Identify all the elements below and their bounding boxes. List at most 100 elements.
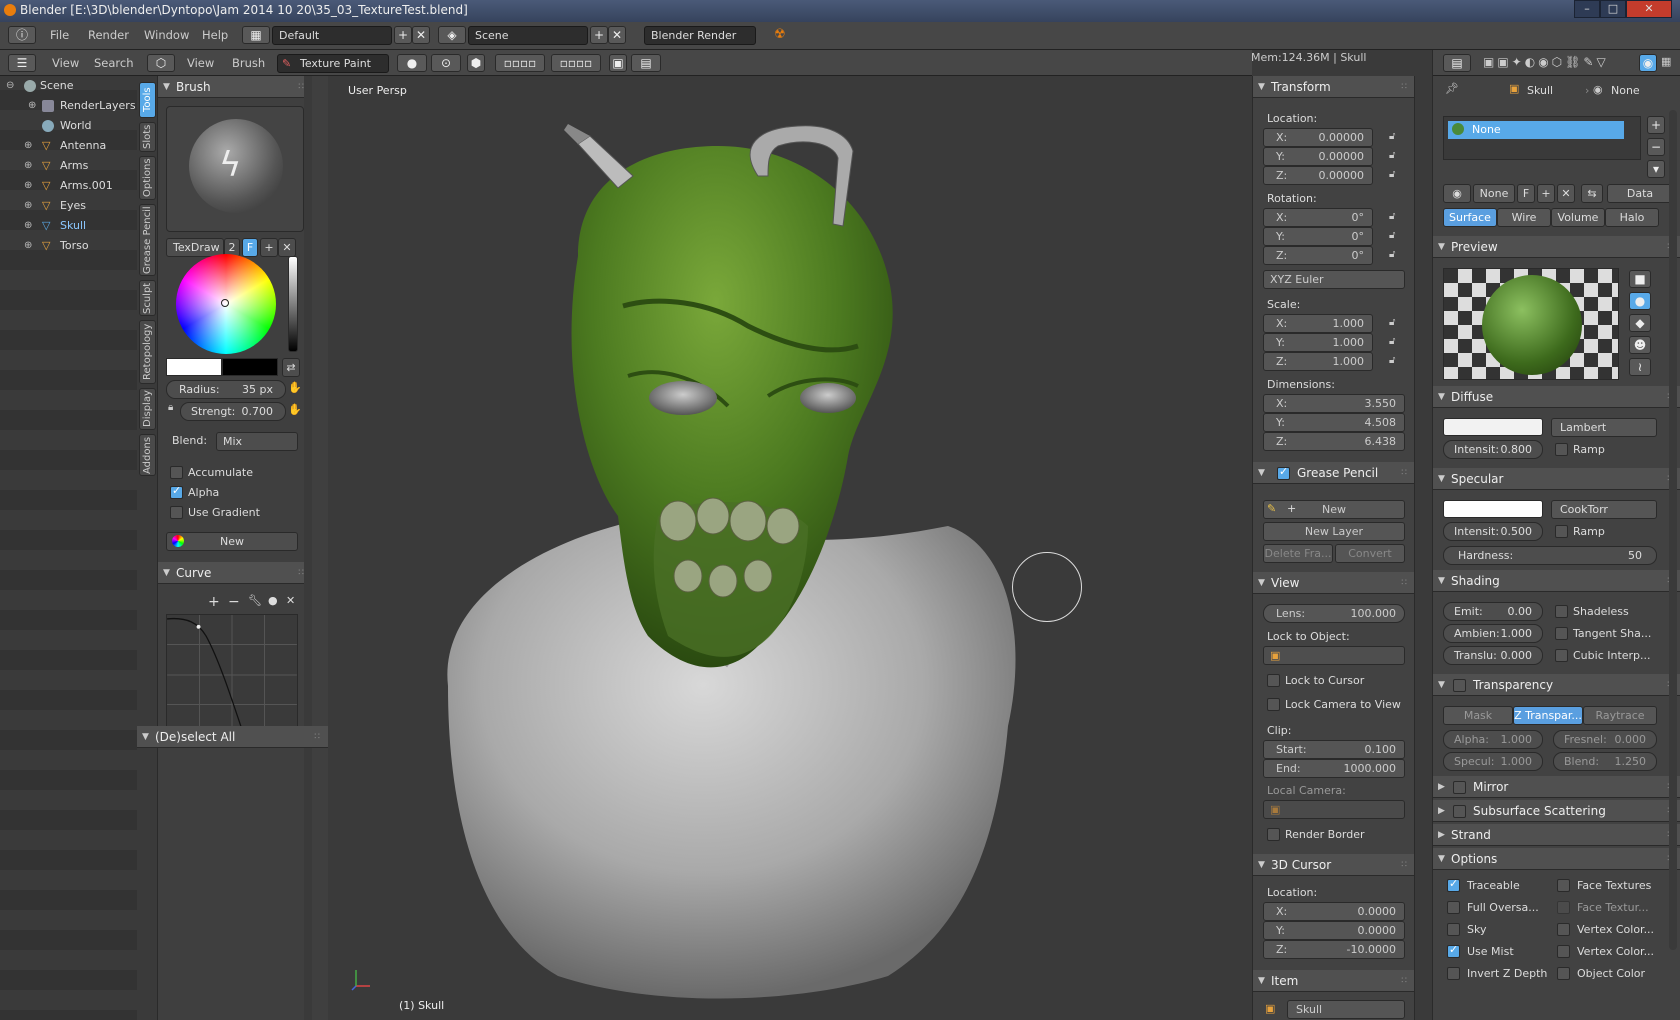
location-z-field[interactable]: Z: 0.00000 — [1263, 166, 1373, 185]
remove-slot-icon[interactable]: − — [1647, 138, 1665, 156]
hardness-field[interactable]: Hardness: 50 — [1443, 546, 1657, 565]
view-panel-header[interactable]: View ∷ — [1253, 572, 1415, 594]
screen-layout-icon[interactable]: ▦ — [242, 26, 270, 44]
remove-scene-icon[interactable]: ✕ — [608, 26, 626, 44]
new-material-icon[interactable]: + — [1537, 184, 1555, 203]
cursor-y-field[interactable]: Y: 0.0000 — [1263, 921, 1405, 940]
3d-viewport[interactable]: User Persp (1) Skull — [328, 76, 1252, 1020]
reset-curve-icon[interactable]: ✕ — [286, 594, 295, 607]
convert-button[interactable]: Convert — [1335, 544, 1405, 563]
lock-object-field[interactable]: ▣ — [1263, 646, 1405, 665]
wrench-icon[interactable]: 🔧︎ — [248, 594, 262, 607]
full-oversampling-checkbox[interactable] — [1447, 901, 1460, 914]
add-scene-icon[interactable]: + — [590, 26, 608, 44]
face-texture-alpha-checkbox[interactable] — [1557, 901, 1570, 914]
outliner-view-menu[interactable]: View — [52, 56, 79, 70]
menu-help[interactable]: Help — [202, 28, 228, 42]
expand-icon[interactable]: ⊕ — [24, 136, 32, 156]
add-brush-button[interactable]: + — [260, 238, 278, 257]
brush-panel-header[interactable]: Brush∷ — [158, 76, 312, 98]
mirror-panel-header[interactable]: Mirror∷ — [1433, 776, 1680, 798]
scale-y-field[interactable]: Y: 1.000 — [1263, 333, 1373, 352]
3d-cursor-panel-header[interactable]: 3D Cursor ∷ — [1253, 854, 1415, 876]
new-texture-button[interactable]: New — [166, 532, 298, 551]
mirror-checkbox[interactable] — [1453, 781, 1466, 794]
manipulator-icon[interactable]: ⬢ — [467, 54, 485, 72]
close-window-button[interactable]: ✕ — [1626, 0, 1672, 18]
scale-x-field[interactable]: X: 1.000 — [1263, 314, 1373, 333]
layers-row-1[interactable]: ▫▫▫▫ — [495, 54, 545, 72]
face-textures-checkbox[interactable] — [1557, 879, 1570, 892]
rotation-mode-select[interactable]: XYZ Euler — [1263, 270, 1405, 289]
grip-icon[interactable]: ∷ — [1401, 970, 1407, 992]
preview-flat-icon[interactable]: ■ — [1629, 270, 1651, 288]
tool-shelf-scrollbar[interactable] — [304, 76, 312, 1020]
object-name-field[interactable]: Skull — [1287, 1000, 1405, 1019]
specular-ramp-checkbox[interactable] — [1555, 525, 1568, 538]
tab-volume[interactable]: Volume — [1551, 208, 1605, 227]
link-data-select[interactable]: Data — [1607, 184, 1673, 203]
rotation-z-field[interactable]: Z: 0° — [1263, 246, 1373, 265]
unlink-material-icon[interactable]: ✕ — [1557, 184, 1575, 203]
cubic-interp-checkbox[interactable] — [1555, 649, 1568, 662]
blend-field[interactable]: Blend: 1.250 — [1553, 752, 1657, 771]
remove-layout-icon[interactable]: ✕ — [412, 26, 430, 44]
transform-panel-header[interactable]: Transform ∷ — [1253, 76, 1415, 98]
secondary-color-swatch[interactable] — [222, 358, 278, 376]
menu-window[interactable]: Window — [144, 28, 189, 42]
specular-alpha-field[interactable]: Specul: 1.000 — [1443, 752, 1543, 771]
material-slot-selected[interactable]: None — [1448, 121, 1624, 139]
unlink-brush-button[interactable]: ✕ — [278, 238, 296, 257]
render-engine-select[interactable]: Blender Render — [644, 26, 756, 45]
sss-checkbox[interactable] — [1453, 805, 1466, 818]
traceable-checkbox[interactable] — [1447, 877, 1460, 892]
tab-display[interactable]: Display — [139, 388, 156, 430]
lens-field[interactable]: Lens: 100.000 — [1263, 604, 1405, 623]
specular-color-swatch[interactable] — [1443, 500, 1543, 518]
tab-grease-pencil[interactable]: Grease Pencil — [139, 204, 156, 276]
mode-select[interactable]: Texture Paint — [277, 54, 389, 73]
curve-panel-header[interactable]: Curve∷ — [158, 562, 312, 584]
render-border-checkbox[interactable] — [1267, 828, 1280, 841]
specular-shader-select[interactable]: CookTorr — [1551, 500, 1657, 519]
fresnel-field[interactable]: Fresnel: 0.000 — [1553, 730, 1657, 749]
menu-file[interactable]: File — [50, 28, 69, 42]
material-name-field[interactable]: None — [1473, 184, 1515, 203]
location-x-field[interactable]: X: 0.00000 — [1263, 128, 1373, 147]
render-preview-icon[interactable]: ▣ — [609, 54, 627, 72]
skull-model[interactable] — [328, 76, 1252, 1020]
transparency-raytrace-button[interactable]: Raytrace — [1583, 706, 1657, 725]
lock-icon[interactable]: 🔒︎ — [168, 402, 173, 413]
lock-icon[interactable]: 🔓︎ — [1389, 230, 1401, 242]
alpha-checkbox[interactable] — [170, 484, 183, 499]
item-panel-header[interactable]: Item ∷ — [1253, 970, 1415, 992]
preview-hair-icon[interactable]: ≀ — [1629, 358, 1651, 376]
scene-select[interactable]: Scene — [468, 26, 588, 45]
translucency-field[interactable]: Translu: 0.000 — [1443, 646, 1543, 665]
outliner-item-world[interactable]: World — [0, 116, 137, 136]
dimension-y-field[interactable]: Y: 4.508 — [1263, 413, 1405, 432]
brush-menu[interactable]: Brush — [232, 56, 265, 70]
dimension-x-field[interactable]: X: 3.550 — [1263, 394, 1405, 413]
radius-field[interactable]: Radius: 35 px — [166, 380, 286, 399]
view-menu[interactable]: View — [187, 56, 214, 70]
fake-user-button[interactable]: F — [242, 238, 258, 257]
diffuse-ramp-checkbox[interactable] — [1555, 443, 1568, 456]
strength-field[interactable]: Strengt: 0.700 — [180, 402, 286, 421]
color-picker-cursor[interactable] — [221, 299, 229, 307]
outliner-search-menu[interactable]: Search — [94, 56, 134, 70]
alpha-field[interactable]: Alpha: 1.000 — [1443, 730, 1543, 749]
expand-icon[interactable]: ⊕ — [24, 176, 32, 196]
specular-panel-header[interactable]: Specular∷ — [1433, 468, 1680, 490]
expand-icon[interactable]: ⊕ — [24, 216, 32, 236]
invert-z-depth-checkbox[interactable] — [1447, 967, 1460, 980]
outliner-item-eyes[interactable]: ⊕ ▽ Eyes — [0, 196, 137, 216]
outliner-item-renderlayers[interactable]: ⊕ RenderLayers — [0, 96, 137, 116]
preview-cube-icon[interactable]: ◆ — [1629, 314, 1651, 332]
diffuse-color-swatch[interactable] — [1443, 418, 1543, 436]
value-slider[interactable] — [288, 256, 298, 352]
lock-icon[interactable]: 🔓︎ — [1389, 169, 1401, 181]
layers-row-2[interactable]: ▫▫▫▫ — [551, 54, 601, 72]
lock-icon[interactable]: 🔓︎ — [1389, 317, 1401, 329]
blend-select[interactable]: Mix — [216, 432, 298, 451]
